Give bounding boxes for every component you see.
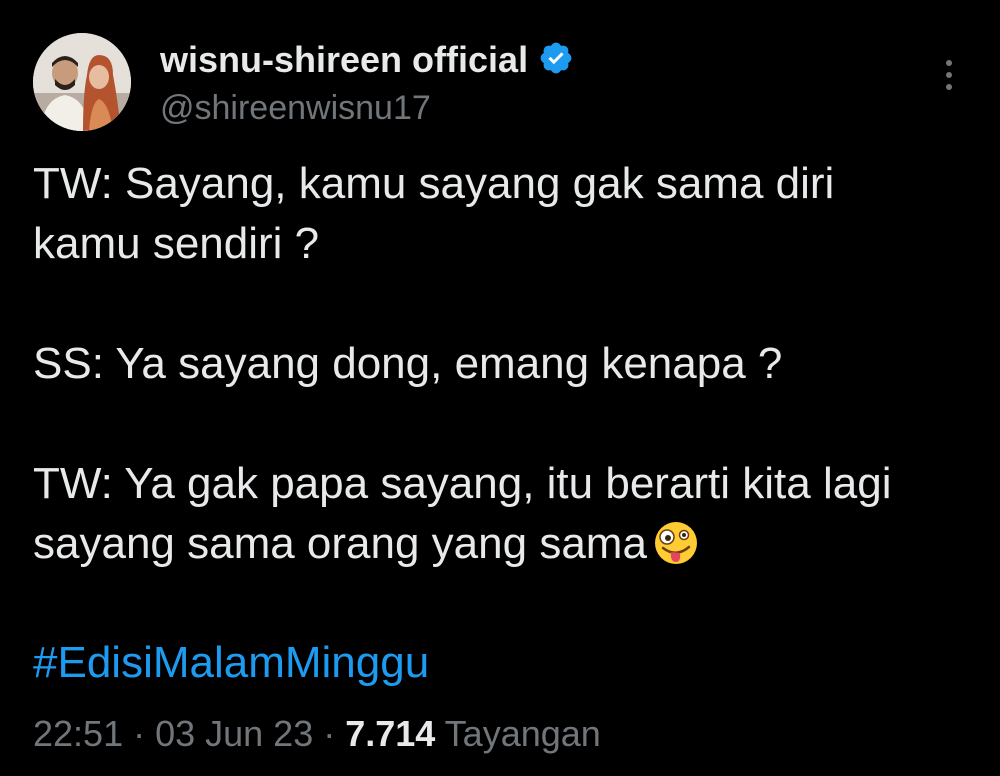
tweet-line-last: sayang sama orang yang sama	[33, 514, 973, 574]
avatar[interactable]	[33, 33, 131, 131]
name-row: wisnu-shireen official	[160, 39, 574, 81]
views-count: 7.714	[345, 713, 436, 754]
tweet-text: TW: Sayang, kamu sayang gak sama diri ka…	[33, 154, 973, 574]
tweet-line: TW: Ya gak papa sayang, itu berarti kita…	[33, 459, 892, 508]
verified-badge-icon	[538, 40, 574, 81]
tweet-time[interactable]: 22:51	[33, 713, 123, 754]
meta-separator: ·	[123, 713, 156, 754]
author-display-name[interactable]: wisnu-shireen official	[160, 39, 528, 81]
hashtag-link[interactable]: #EdisiMalamMinggu	[33, 633, 429, 693]
tweet-line: TW: Sayang, kamu sayang gak sama diri	[33, 159, 835, 208]
tweet-line: SS: Ya sayang dong, emang kenapa ?	[33, 339, 783, 388]
more-options-icon[interactable]	[931, 57, 967, 93]
tweet-header: wisnu-shireen official @shireenwisnu17	[33, 33, 967, 133]
tweet-meta: 22:51 · 03 Jun 23 · 7.714 Tayangan	[33, 710, 601, 758]
views-label: Tayangan	[435, 713, 601, 754]
author-handle[interactable]: @shireenwisnu17	[160, 89, 431, 128]
zany-face-emoji-icon	[654, 522, 697, 564]
meta-separator: ·	[313, 713, 346, 754]
tweet-date[interactable]: 03 Jun 23	[155, 713, 313, 754]
tweet-line: kamu sendiri ?	[33, 219, 320, 268]
tweet-line: sayang sama orang yang sama	[33, 519, 647, 568]
